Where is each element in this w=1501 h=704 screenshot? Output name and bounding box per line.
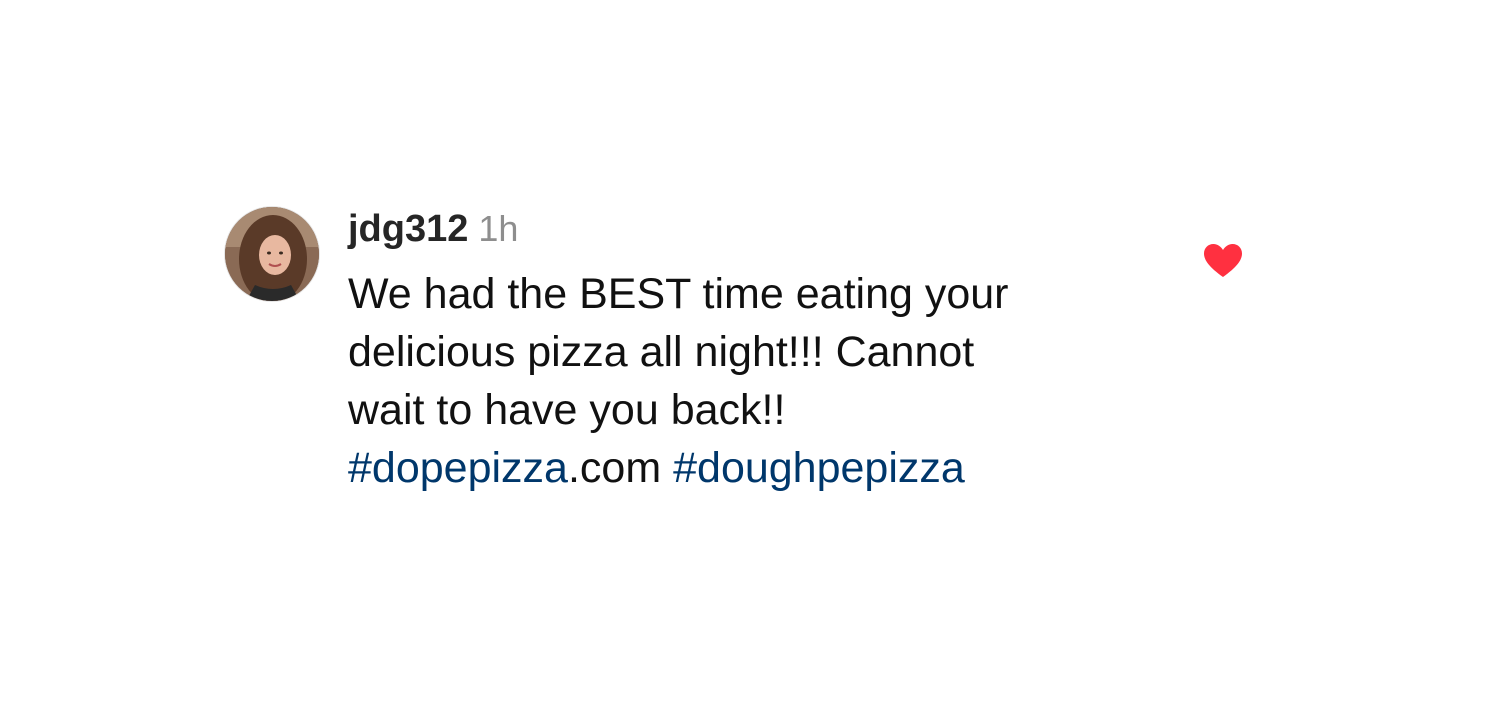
comment-meta: jdg312 1h: [348, 205, 1128, 253]
hashtag-link[interactable]: #dopepizza: [348, 444, 568, 492]
username[interactable]: jdg312: [348, 208, 468, 250]
comment-body: jdg312 1h We had the BEST time eating you…: [348, 205, 1128, 497]
comment-text-line: delicious pizza all night!!! Cannot: [348, 328, 975, 376]
comment-text-line: wait to have you back!!: [348, 386, 786, 434]
heart-icon: [1204, 244, 1242, 277]
avatar[interactable]: [224, 206, 320, 302]
like-button[interactable]: [1203, 243, 1243, 279]
comment-text: We had the BEST time eating your delicio…: [348, 265, 1128, 497]
comment-text-line: We had the BEST time eating your: [348, 270, 1009, 318]
avatar-image: [225, 207, 319, 301]
timestamp[interactable]: 1h: [478, 208, 518, 249]
hashtag-link[interactable]: #doughpepizza: [673, 444, 965, 492]
hashtag-suffix: .com: [567, 444, 662, 492]
comment-tag-line: #dopepizza.com #doughpepizza: [348, 439, 1128, 497]
